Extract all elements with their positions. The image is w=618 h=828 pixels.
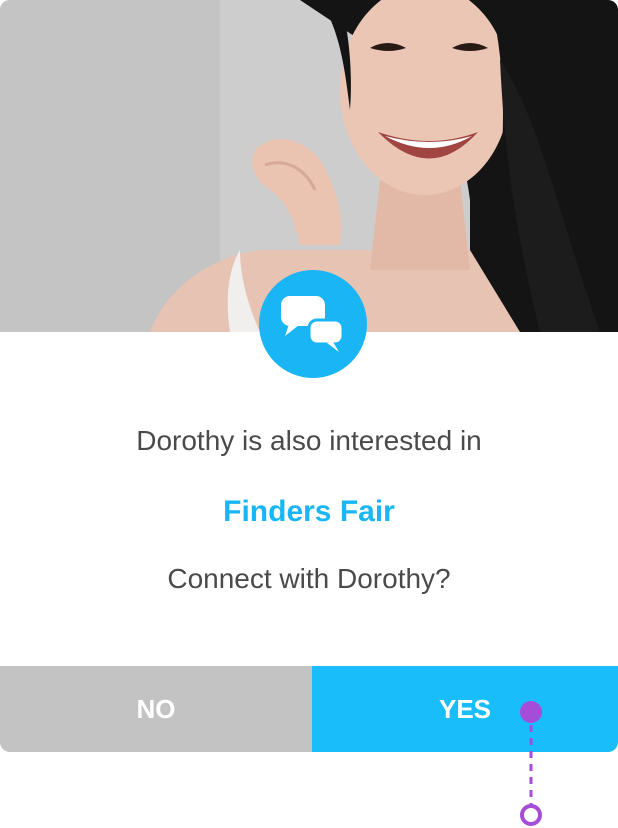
- interest-message: Dorothy is also interested in: [136, 425, 482, 456]
- action-buttons: NO YES: [0, 666, 618, 752]
- match-card: Dorothy is also interested in Finders Fa…: [0, 0, 618, 752]
- yes-button[interactable]: YES: [312, 666, 618, 752]
- chat-bubbles-icon: [259, 270, 367, 378]
- connect-question: Connect with Dorothy?: [167, 563, 451, 594]
- event-name[interactable]: Finders Fair: [0, 495, 618, 529]
- no-button[interactable]: NO: [0, 666, 312, 752]
